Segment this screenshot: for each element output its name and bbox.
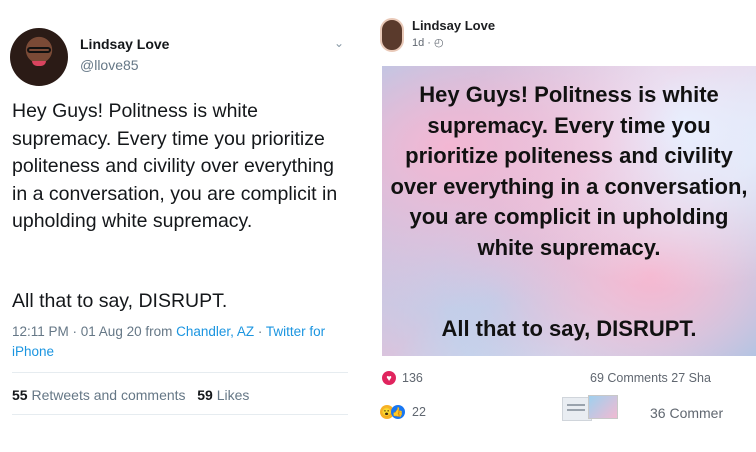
comment-thumbnail-image[interactable] (588, 395, 618, 419)
fb-author-name[interactable]: Lindsay Love (412, 18, 495, 33)
chevron-down-icon[interactable]: ⌄ (334, 36, 344, 50)
tweet-stats: 55 Retweets and comments 59 Likes (12, 387, 249, 403)
tweet-timestamp: 12:11 PM · 01 Aug 20 from (12, 324, 177, 339)
fb-post-image[interactable]: Hey Guys! Politness is white supremacy. … (382, 66, 756, 356)
divider (12, 414, 348, 415)
meta-separator: · (254, 324, 266, 339)
tweet-text: Hey Guys! Politness is white supremacy. … (12, 100, 338, 232)
reactions-count[interactable]: 136 (402, 371, 423, 385)
likes-label[interactable]: Likes (217, 387, 250, 403)
tweet-author-name[interactable]: Lindsay Love (80, 36, 169, 52)
divider (12, 372, 348, 373)
avatar-mouth (32, 61, 46, 66)
location-link[interactable]: Chandler, AZ (176, 324, 254, 339)
retweets-count[interactable]: 55 (12, 387, 28, 403)
love-reaction-icon[interactable]: ♥ (382, 371, 396, 385)
retweets-label[interactable]: Retweets and comments (31, 387, 185, 403)
fb-post-time: 1d · ◴ (412, 36, 444, 49)
tweet-metadata: 12:11 PM · 01 Aug 20 from Chandler, AZ ·… (12, 322, 352, 362)
fb-image-text-closing: All that to say, DISRUPT. (441, 316, 697, 341)
facebook-post: Lindsay Love 1d · ◴ Hey Guys! Politness … (380, 14, 756, 452)
likes-count[interactable]: 59 (197, 387, 213, 403)
comments-shares-count[interactable]: 69 Comments 27 Sha (590, 371, 711, 385)
fb-time-text: 1d · (412, 37, 435, 49)
avatar-glasses (27, 47, 51, 53)
profile-avatar[interactable] (10, 28, 68, 86)
fb-image-text: Hey Guys! Politness is white supremacy. … (390, 82, 748, 260)
tweet-text-closing: All that to say, DISRUPT. (12, 290, 228, 312)
fb-profile-avatar[interactable] (380, 18, 404, 52)
tweet-card: Lindsay Love @llove85 ⌄ Hey Guys! Politn… (0, 0, 360, 452)
reactions-count-2[interactable]: 22 (412, 405, 426, 419)
globe-icon: ◴ (434, 37, 444, 49)
comments-count-2[interactable]: 36 Commer (650, 405, 723, 421)
like-reaction-icon[interactable]: 👍 (391, 405, 405, 419)
tweet-author-handle[interactable]: @llove85 (80, 57, 139, 73)
